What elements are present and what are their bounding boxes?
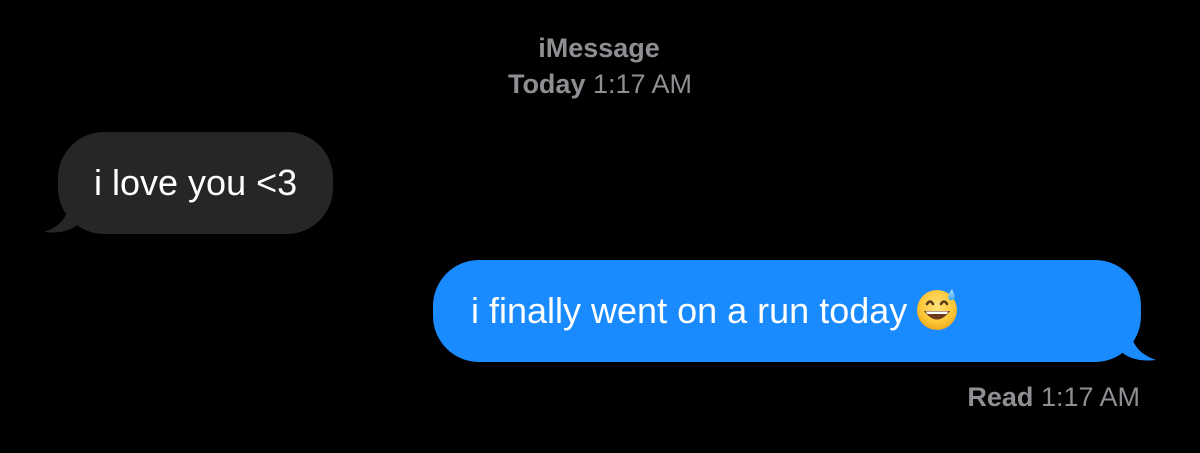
grinning-face-with-sweat-icon: [917, 289, 958, 331]
service-label: iMessage: [538, 33, 660, 63]
read-receipt: Read 1:17 AM: [967, 380, 1140, 414]
read-label: Read: [967, 382, 1034, 412]
conversation-header: iMessage Today 1:17 AM: [0, 30, 1200, 102]
read-time: 1:17 AM: [1040, 382, 1140, 412]
outgoing-message-text: i finally went on a run today: [471, 290, 908, 331]
incoming-message-bubble[interactable]: i love you <3: [58, 132, 334, 234]
conversation-timestamp: Today 1:17 AM: [0, 66, 1200, 102]
timestamp-day: Today: [507, 69, 586, 99]
timestamp-time: 1:17 AM: [592, 69, 693, 99]
conversation-view: iMessage Today 1:17 AM i love you <3 i f…: [0, 0, 1200, 453]
incoming-message-text: i love you <3: [94, 162, 298, 203]
outgoing-message-bubble[interactable]: i finally went on a run today: [433, 260, 1141, 362]
